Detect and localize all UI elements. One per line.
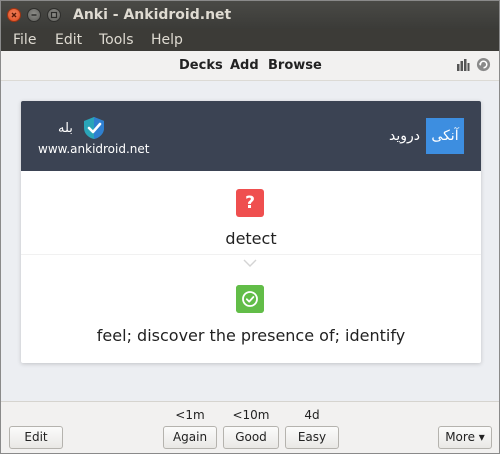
again-interval: <1m <box>175 408 205 422</box>
question-icon: ? <box>236 189 264 217</box>
anki-window: Anki - Ankidroid.net File Edit Tools Hel… <box>0 0 500 454</box>
card-front-text: detect <box>225 229 277 248</box>
title-bar: Anki - Ankidroid.net <box>1 1 499 29</box>
add-link[interactable]: Add <box>230 58 259 73</box>
sync-icon[interactable] <box>476 57 491 72</box>
card-header: بله www.ankidroid.net دروید آنکی <box>21 101 481 171</box>
decks-link[interactable]: Decks <box>179 58 223 73</box>
menu-help[interactable]: Help <box>151 32 183 48</box>
answer-bar: Edit <1m Again <10m Good 4d Easy More ▾ <box>1 401 499 453</box>
menu-edit[interactable]: Edit <box>55 32 82 48</box>
chevron-down-icon <box>243 259 257 267</box>
more-button[interactable]: More ▾ <box>438 426 492 449</box>
minimize-window-button[interactable] <box>27 8 41 22</box>
card-back-text: feel; discover the presence of; identify <box>96 326 406 345</box>
bar-chart-icon[interactable] <box>456 58 470 72</box>
minimize-icon <box>31 14 37 16</box>
good-interval: <10m <box>232 408 270 422</box>
main-toolbar: Decks Add Browse <box>1 51 499 81</box>
sponsor-label: دروید <box>388 128 420 144</box>
maximize-window-button[interactable] <box>47 8 61 22</box>
window-title: Anki - Ankidroid.net <box>73 7 232 23</box>
anki-tag: آنکی <box>426 118 464 154</box>
menu-file[interactable]: File <box>13 32 36 48</box>
brand-url: www.ankidroid.net <box>38 142 150 156</box>
browse-link[interactable]: Browse <box>268 58 322 73</box>
menu-tools[interactable]: Tools <box>99 32 134 48</box>
reviewer-area: بله www.ankidroid.net دروید آنکی ? detec… <box>1 81 499 401</box>
close-icon <box>11 12 17 18</box>
close-window-button[interactable] <box>7 8 21 22</box>
good-button[interactable]: Good <box>223 426 279 449</box>
flashcard: بله www.ankidroid.net دروید آنکی ? detec… <box>21 101 481 363</box>
yes-label: بله <box>58 121 73 136</box>
easy-interval: 4d <box>304 408 320 422</box>
again-button[interactable]: Again <box>163 426 217 449</box>
easy-button[interactable]: Easy <box>285 426 339 449</box>
answer-check-icon <box>236 285 264 313</box>
maximize-icon <box>50 11 58 19</box>
menu-bar: File Edit Tools Help <box>1 29 499 51</box>
ankidroid-check-logo-icon <box>84 117 104 139</box>
answer-divider <box>21 254 481 255</box>
edit-button[interactable]: Edit <box>9 426 63 449</box>
